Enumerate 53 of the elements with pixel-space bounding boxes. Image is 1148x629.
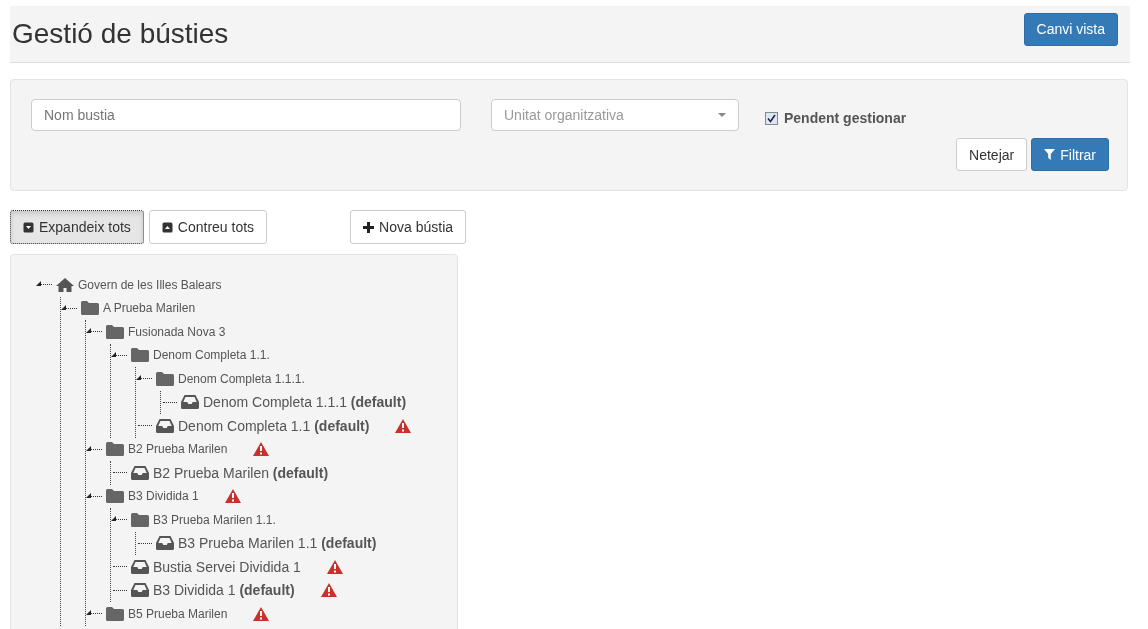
tree-item[interactable]: A Prueba Marilen [103,301,196,316]
tree-item[interactable]: B5 Prueba Marilen [128,606,228,621]
expand-arrow-icon[interactable] [86,610,91,616]
home-icon [56,277,74,292]
expand-arrow-icon[interactable] [61,304,66,310]
pending-checkbox[interactable] [765,111,778,125]
tree-item[interactable]: Govern de les Illes Balears [78,277,222,292]
filter-button[interactable]: Filtrar [1031,138,1109,171]
inbox-icon [156,418,174,433]
inbox-icon [131,559,149,574]
expand-all-button[interactable]: Expandeix tots [10,210,144,244]
inbox-icon [181,395,199,410]
tree-item[interactable]: B2 Prueba Marilen [128,442,228,457]
checkbox-label: Pendent gestionar [784,110,907,126]
collapse-icon [161,221,173,233]
tree-item[interactable]: Bustia Servei Dividida 1 [153,558,301,575]
expand-arrow-icon[interactable] [111,516,116,522]
folder-icon [106,442,124,457]
folder-icon [81,301,99,316]
expand-arrow-icon[interactable] [86,328,91,334]
tree-item[interactable]: B3 Dividida 1 (default) [153,582,295,599]
tree-item[interactable]: Denom Completa 1.1 (default) [178,417,370,434]
folder-icon [106,606,124,621]
name-field[interactable]: Nom bustia [31,99,461,131]
new-mailbox-button[interactable]: Nova bústia [350,210,467,244]
folder-icon [131,512,149,527]
tree-item[interactable]: Denom Completa 1.1. [153,348,270,363]
expand-arrow-icon[interactable] [86,445,91,451]
clear-button[interactable]: Netejar [956,138,1028,171]
tree-item[interactable]: Denom Completa 1.1.1 (default) [203,394,407,411]
tree-item[interactable]: B3 Dividida 1 [128,489,199,504]
tree-item[interactable]: B2 Prueba Marilen (default) [153,464,329,481]
expand-icon [23,221,34,233]
expand-arrow-icon[interactable] [36,281,41,287]
tree-item[interactable]: B3 Prueba Marilen 1.1. [153,512,276,527]
plus-icon [363,221,375,233]
collapse-all-button[interactable]: Contreu tots [148,210,268,244]
change-view-button[interactable]: Canvi vista [1023,12,1118,46]
folder-icon [106,489,124,504]
expand-arrow-icon[interactable] [86,492,91,498]
folder-icon [156,371,174,386]
inbox-icon [156,536,174,551]
tree-item[interactable]: B3 Prueba Marilen 1.1 (default) [178,535,377,552]
folder-icon [106,324,124,339]
tree-item[interactable]: Denom Completa 1.1.1. [178,371,305,386]
inbox-icon [131,583,149,598]
page-title: Gestió de bústies [12,18,229,50]
expand-arrow-icon[interactable] [136,375,141,381]
inbox-icon [131,465,149,480]
folder-icon [131,348,149,363]
tree-item[interactable]: Fusionada Nova 3 [128,324,226,339]
expand-arrow-icon[interactable] [111,351,116,357]
filter-icon [1044,149,1056,160]
